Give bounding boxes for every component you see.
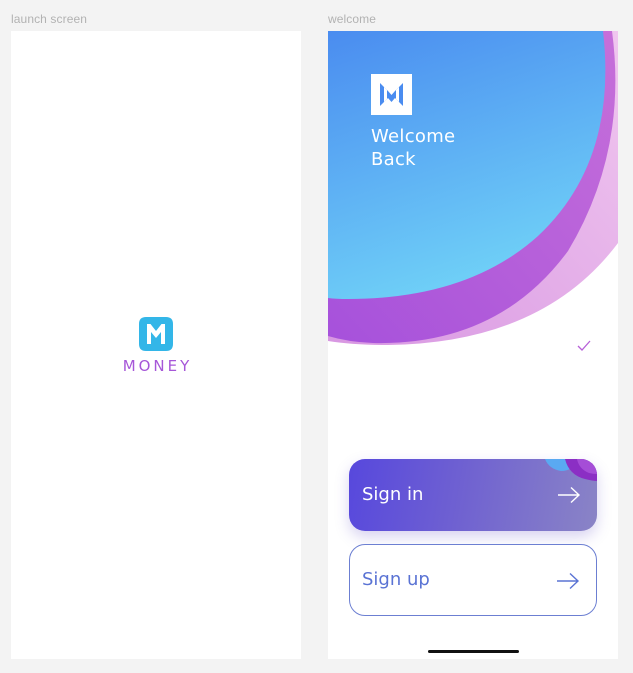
button-decoration (545, 459, 597, 481)
sign-in-button[interactable]: Sign in (349, 459, 597, 531)
sign-up-label: Sign up (362, 569, 430, 590)
welcome-logo (371, 74, 412, 115)
welcome-screen: Welcome Back Sign in Sign up (328, 31, 618, 659)
welcome-title: Welcome Back (371, 125, 521, 171)
money-logo-icon (380, 83, 403, 106)
sign-up-button[interactable]: Sign up (349, 544, 597, 616)
sign-in-label: Sign in (362, 484, 424, 505)
check-icon (577, 340, 591, 351)
frame-label-welcome: welcome (328, 12, 377, 26)
welcome-title-line2: Back (371, 149, 416, 170)
welcome-title-line1: Welcome (371, 126, 456, 147)
money-logo-icon (139, 317, 173, 351)
brand-name: MONEY (122, 357, 193, 375)
frame-label-launch: launch screen (11, 12, 88, 26)
arrow-right-icon (557, 572, 580, 590)
arrow-right-icon (558, 486, 581, 504)
home-indicator (428, 650, 519, 653)
launch-screen: MONEY (11, 31, 301, 659)
launch-logo: MONEY (11, 316, 301, 375)
